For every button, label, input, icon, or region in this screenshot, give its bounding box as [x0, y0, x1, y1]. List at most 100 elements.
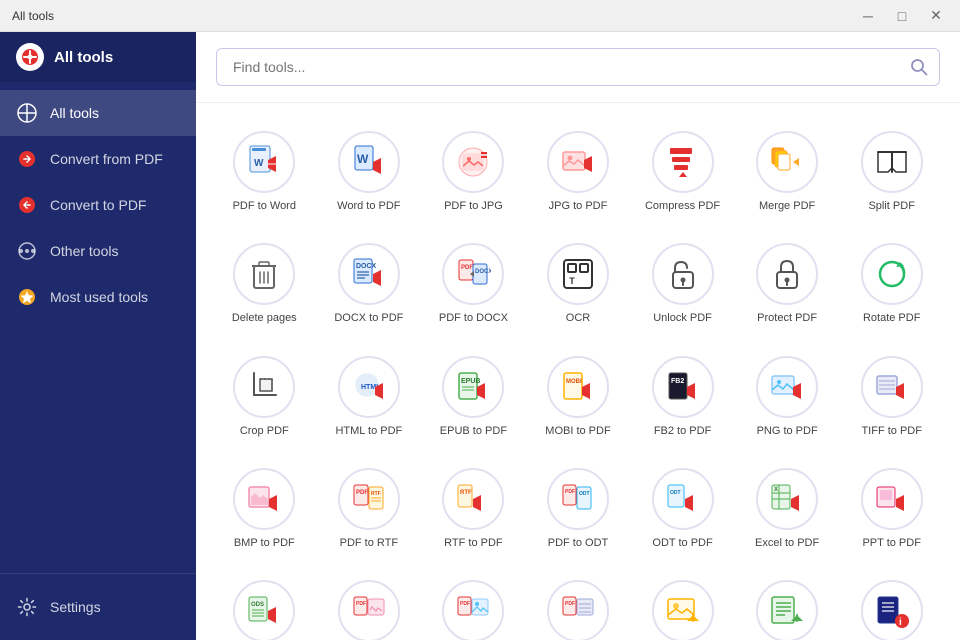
- tool-item-compress-pdf[interactable]: Compress PDF: [634, 119, 731, 223]
- svg-text:T: T: [569, 276, 575, 286]
- window-title: All tools: [8, 9, 54, 23]
- sidebar-item-all-tools[interactable]: All tools: [0, 90, 196, 136]
- tool-item-ocr[interactable]: T OCR: [530, 231, 627, 335]
- tool-item-png-to-pdf[interactable]: PNG to PDF: [739, 344, 836, 448]
- tool-icon-delete-pages: [233, 243, 295, 305]
- svg-text:FB2: FB2: [671, 378, 684, 385]
- close-button[interactable]: ✕: [920, 4, 952, 28]
- tool-label-split-pdf: Split PDF: [868, 199, 914, 213]
- sidebar: All tools All tools: [0, 32, 196, 640]
- tool-label-protect-pdf: Protect PDF: [757, 311, 817, 325]
- maximize-button[interactable]: □: [886, 4, 918, 28]
- tool-icon-extract-text: [756, 580, 818, 640]
- sidebar-item-other-tools[interactable]: Other tools: [0, 228, 196, 274]
- all-tools-icon: [16, 102, 38, 124]
- tool-item-pdf-to-jpg[interactable]: PDF to JPG: [425, 119, 522, 223]
- sidebar-item-most-used-tools[interactable]: Most used tools: [0, 274, 196, 320]
- svg-text:ODT: ODT: [579, 491, 590, 497]
- settings-item[interactable]: Settings: [16, 586, 180, 628]
- sidebar-item-other-tools-label: Other tools: [50, 243, 118, 259]
- tool-item-pdf-to-rtf[interactable]: PDF RTF PDF to RTF: [321, 456, 418, 560]
- titlebar: All tools ─ □ ✕: [0, 0, 960, 32]
- tool-item-pdf-to-tiff[interactable]: PDF PDF to TIFF: [530, 568, 627, 640]
- tool-item-jpg-to-pdf[interactable]: JPG to PDF: [530, 119, 627, 223]
- tool-item-rtf-to-pdf[interactable]: RTF RTF to PDF: [425, 456, 522, 560]
- tool-item-pdf-to-bmp[interactable]: PDF PDF to BMP: [321, 568, 418, 640]
- tool-label-pdf-to-word: PDF to Word: [233, 199, 296, 213]
- tool-item-pdf-to-word[interactable]: W PDF to Word: [216, 119, 313, 223]
- main-content: W PDF to Word W Word to PDF PDF to JPG J…: [196, 32, 960, 640]
- tool-item-rotate-pdf[interactable]: Rotate PDF: [843, 231, 940, 335]
- tool-label-ppt-to-pdf: PPT to PDF: [862, 536, 920, 550]
- tool-icon-ocr: T: [547, 243, 609, 305]
- svg-text:W: W: [357, 152, 369, 166]
- tool-icon-rtf-to-pdf: RTF: [442, 468, 504, 530]
- tool-icon-odt-to-pdf: ODT: [652, 468, 714, 530]
- sidebar-item-convert-to-pdf[interactable]: Convert to PDF: [0, 182, 196, 228]
- tool-item-delete-pages[interactable]: Delete pages: [216, 231, 313, 335]
- tool-item-epub-to-pdf[interactable]: EPUB EPUB to PDF: [425, 344, 522, 448]
- tool-label-fb2-to-pdf: FB2 to PDF: [654, 424, 711, 438]
- tool-item-extract-text[interactable]: Extract text: [739, 568, 836, 640]
- tool-item-extract-images[interactable]: Extract images: [634, 568, 731, 640]
- svg-text:PDF: PDF: [565, 489, 575, 495]
- tool-item-protect-pdf[interactable]: Protect PDF: [739, 231, 836, 335]
- search-input[interactable]: [216, 48, 940, 86]
- tool-item-excel-to-pdf[interactable]: X Excel to PDF: [739, 456, 836, 560]
- tool-icon-bmp-to-pdf: [233, 468, 295, 530]
- tool-item-unlock-pdf[interactable]: Unlock PDF: [634, 231, 731, 335]
- sidebar-item-all-tools-label: All tools: [50, 105, 99, 121]
- search-bar: [196, 32, 960, 103]
- svg-text:EPUB: EPUB: [461, 378, 480, 385]
- tool-item-tiff-to-pdf[interactable]: TIFF to PDF: [843, 344, 940, 448]
- app-logo-text: All tools: [54, 49, 113, 66]
- tool-item-bmp-to-pdf[interactable]: BMP to PDF: [216, 456, 313, 560]
- app-logo-icon: [16, 43, 44, 71]
- svg-text:ODT: ODT: [670, 490, 681, 496]
- tool-icon-pdf-to-odt: PDF ODT: [547, 468, 609, 530]
- tool-item-word-to-pdf[interactable]: W Word to PDF: [321, 119, 418, 223]
- sidebar-logo: All tools: [0, 32, 196, 82]
- tools-grid: W PDF to Word W Word to PDF PDF to JPG J…: [196, 103, 960, 640]
- svg-text:PDF: PDF: [460, 601, 470, 607]
- tool-icon-pdf-to-jpg: [442, 131, 504, 193]
- tool-label-word-to-pdf: Word to PDF: [337, 199, 400, 213]
- tool-label-pdf-to-rtf: PDF to RTF: [340, 536, 398, 550]
- tool-item-fb2-to-pdf[interactable]: FB2 FB2 to PDF: [634, 344, 731, 448]
- tool-item-merge-pdf[interactable]: Merge PDF: [739, 119, 836, 223]
- tool-icon-ods-to-pdf: ODS: [233, 580, 295, 640]
- tool-item-odt-to-pdf[interactable]: ODT ODT to PDF: [634, 456, 731, 560]
- tool-item-crop-pdf[interactable]: Crop PDF: [216, 344, 313, 448]
- convert-to-pdf-icon: [16, 194, 38, 216]
- tool-icon-pdf-to-png: PDF: [442, 580, 504, 640]
- tool-label-docx-to-pdf: DOCX to PDF: [334, 311, 403, 325]
- sidebar-item-convert-from-pdf[interactable]: Convert from PDF: [0, 136, 196, 182]
- tool-label-pdf-to-odt: PDF to ODT: [548, 536, 609, 550]
- other-tools-icon: [16, 240, 38, 262]
- tool-item-html-to-pdf[interactable]: HTML HTML to PDF: [321, 344, 418, 448]
- tool-label-unlock-pdf: Unlock PDF: [653, 311, 712, 325]
- tool-label-odt-to-pdf: ODT to PDF: [652, 536, 712, 550]
- tool-item-mobi-to-pdf[interactable]: MOBI MOBI to PDF: [530, 344, 627, 448]
- tool-icon-ppt-to-pdf: [861, 468, 923, 530]
- tool-icon-tiff-to-pdf: [861, 356, 923, 418]
- tool-item-pdf-to-odt[interactable]: PDF ODT PDF to ODT: [530, 456, 627, 560]
- tool-item-pdf-to-png[interactable]: PDF PDF to PNG: [425, 568, 522, 640]
- tool-icon-split-pdf: [861, 131, 923, 193]
- svg-text:PDF: PDF: [356, 490, 368, 496]
- tool-label-jpg-to-pdf: JPG to PDF: [549, 199, 608, 213]
- tool-item-split-pdf[interactable]: Split PDF: [843, 119, 940, 223]
- svg-text:PDF: PDF: [461, 265, 473, 271]
- svg-text:PDF: PDF: [565, 601, 575, 607]
- tool-icon-fb2-to-pdf: FB2: [652, 356, 714, 418]
- tool-label-compress-pdf: Compress PDF: [645, 199, 720, 213]
- tool-item-ods-to-pdf[interactable]: ODS ODS to PDF: [216, 568, 313, 640]
- tool-icon-mobi-to-pdf: MOBI: [547, 356, 609, 418]
- tool-item-ppt-to-pdf[interactable]: PPT to PDF: [843, 456, 940, 560]
- tool-item-edit-metadata[interactable]: i Edit metadata: [843, 568, 940, 640]
- tool-item-pdf-to-docx[interactable]: PDF DOCX PDF to DOCX: [425, 231, 522, 335]
- tool-item-docx-to-pdf[interactable]: DOCX DOCX to PDF: [321, 231, 418, 335]
- svg-text:RTF: RTF: [460, 490, 472, 496]
- minimize-button[interactable]: ─: [852, 4, 884, 28]
- tool-label-rtf-to-pdf: RTF to PDF: [444, 536, 502, 550]
